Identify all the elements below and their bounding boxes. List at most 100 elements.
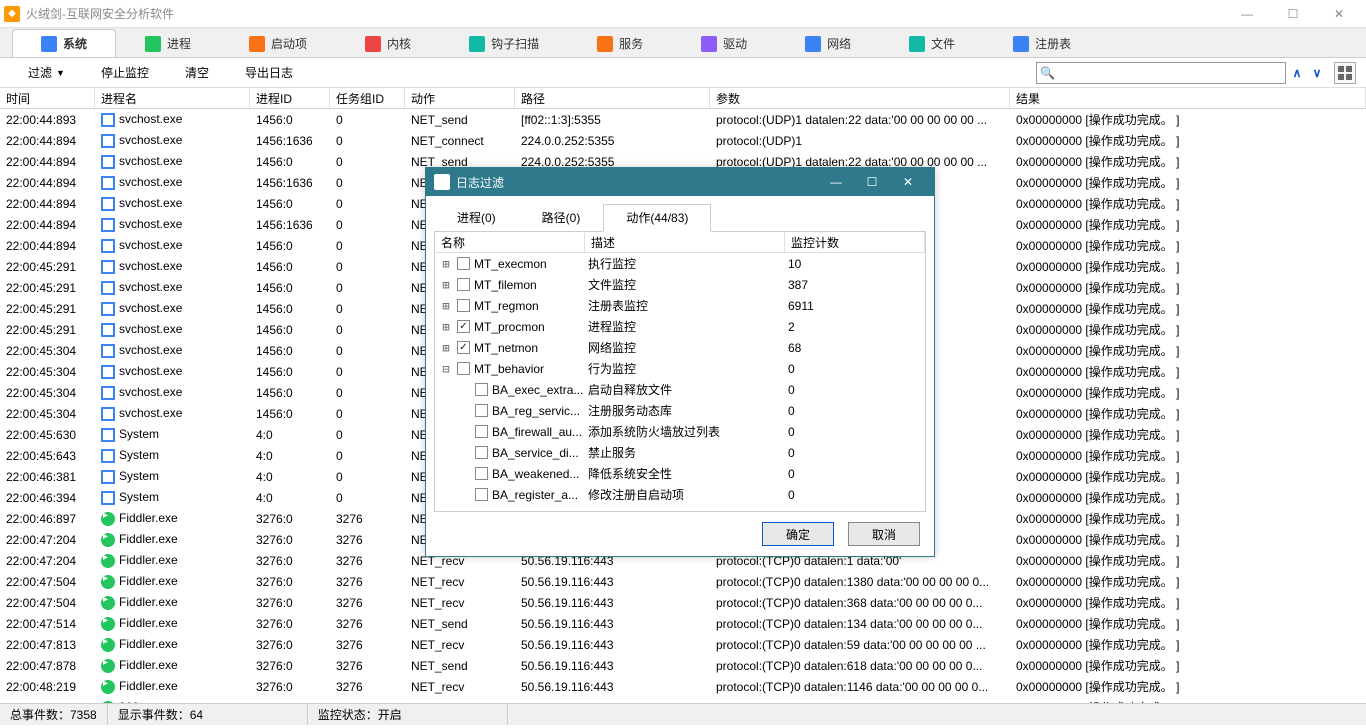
checkbox[interactable]	[475, 383, 488, 396]
dialog-col-desc[interactable]: 描述	[585, 232, 785, 252]
table-row[interactable]: 22:00:47:504Fiddler.exe3276:03276NET_rec…	[0, 571, 1366, 592]
checkbox[interactable]: ✓	[457, 320, 470, 333]
col-path[interactable]: 路径	[515, 88, 710, 108]
main-tab-6[interactable]: 驱动	[672, 29, 776, 57]
col-proc[interactable]: 进程名	[95, 88, 250, 108]
main-tab-2[interactable]: 启动项	[220, 29, 336, 57]
main-tab-0[interactable]: 系统	[12, 29, 116, 57]
filter-item[interactable]: BA_service_di...禁止服务0	[435, 442, 925, 463]
tab-label: 网络	[827, 35, 851, 52]
dialog-titlebar[interactable]: 日志过滤 — ☐ ✕	[426, 168, 934, 196]
search-down-button[interactable]: ∨	[1308, 62, 1326, 84]
dialog-col-name[interactable]: 名称	[435, 232, 585, 252]
checkbox[interactable]	[475, 425, 488, 438]
col-param[interactable]: 参数	[710, 88, 1010, 108]
main-tab-8[interactable]: 文件	[880, 29, 984, 57]
col-tgid[interactable]: 任务组ID	[330, 88, 405, 108]
tree-toggle-icon[interactable]: ⊞	[439, 320, 453, 334]
ok-button[interactable]: 确定	[762, 522, 834, 546]
stop-monitor-button[interactable]: 停止监控	[83, 60, 167, 86]
table-row[interactable]: 22:00:47:813Fiddler.exe3276:03276NET_rec…	[0, 634, 1366, 655]
dialog-minimize-button[interactable]: —	[818, 168, 854, 196]
main-tab-4[interactable]: 钩子扫描	[440, 29, 568, 57]
table-row[interactable]: 22:00:58:251360se.exe2908:02908NET_send1…	[0, 697, 1366, 703]
filter-item[interactable]: ⊞✓MT_netmon网络监控68	[435, 337, 925, 358]
checkbox[interactable]	[457, 299, 470, 312]
dialog-content[interactable]: 名称 描述 监控计数 ⊞MT_execmon执行监控10⊞MT_filemon文…	[434, 232, 926, 512]
dialog-tab-0[interactable]: 进程(0)	[434, 204, 519, 232]
cell-result: 0x00000000 [操作成功完成。 ]	[1010, 636, 1366, 653]
tree-toggle-icon[interactable]: ⊞	[439, 257, 453, 271]
filter-desc: 启动自释放文件	[588, 381, 788, 398]
filter-item[interactable]: ⊞✓MT_procmon进程监控2	[435, 316, 925, 337]
filter-item[interactable]: BA_reg_servic...注册服务动态库0	[435, 400, 925, 421]
filter-item[interactable]: ⊞MT_execmon执行监控10	[435, 253, 925, 274]
dialog-tab-1[interactable]: 路径(0)	[519, 204, 604, 232]
main-tab-9[interactable]: 注册表	[984, 29, 1100, 57]
tab-label: 驱动	[723, 35, 747, 52]
filter-item[interactable]: ⊞MT_regmon注册表监控6911	[435, 295, 925, 316]
table-row[interactable]: 22:00:47:504Fiddler.exe3276:03276NET_rec…	[0, 592, 1366, 613]
dialog-col-count[interactable]: 监控计数	[785, 232, 925, 252]
table-row[interactable]: 22:00:48:219Fiddler.exe3276:03276NET_rec…	[0, 676, 1366, 697]
checkbox[interactable]	[457, 278, 470, 291]
cell-pid: 1456:0	[250, 113, 330, 127]
cell-result: 0x00000000 [操作成功完成。 ]	[1010, 342, 1366, 359]
tree-toggle-icon[interactable]: ⊟	[439, 362, 453, 376]
cancel-button[interactable]: 取消	[848, 522, 920, 546]
process-icon	[101, 113, 115, 127]
table-row[interactable]: 22:00:44:893svchost.exe1456:00NET_send[f…	[0, 109, 1366, 130]
checkbox[interactable]	[475, 488, 488, 501]
toolbar: 过滤▼ 停止监控 清空 导出日志 🔍 ∧ ∨	[0, 58, 1366, 88]
cell-result: 0x00000000 [操作成功完成。 ]	[1010, 573, 1366, 590]
minimize-button[interactable]: —	[1224, 0, 1270, 28]
process-icon	[101, 638, 115, 652]
close-button[interactable]: ✕	[1316, 0, 1362, 28]
col-pid[interactable]: 进程ID	[250, 88, 330, 108]
tree-toggle-icon[interactable]: ⊞	[439, 278, 453, 292]
filter-item[interactable]: BA_register_a...修改注册自启动项0	[435, 484, 925, 505]
tree-toggle-icon[interactable]: ⊞	[439, 341, 453, 355]
tab-label: 启动项	[271, 35, 307, 52]
filter-item[interactable]: BA_firewall_au...添加系统防火墙放过列表0	[435, 421, 925, 442]
cell-time: 22:00:44:894	[0, 218, 95, 232]
checkbox[interactable]: ✓	[457, 341, 470, 354]
col-time[interactable]: 时间	[0, 88, 95, 108]
tab-icon	[909, 36, 925, 52]
table-row[interactable]: 22:00:47:878Fiddler.exe3276:03276NET_sen…	[0, 655, 1366, 676]
dialog-tab-2[interactable]: 动作(44/83)	[603, 204, 711, 232]
main-tab-7[interactable]: 网络	[776, 29, 880, 57]
col-result[interactable]: 结果	[1010, 88, 1366, 108]
cell-time: 22:00:44:894	[0, 176, 95, 190]
process-icon	[101, 617, 115, 631]
tab-label: 文件	[931, 35, 955, 52]
checkbox[interactable]	[475, 467, 488, 480]
col-action[interactable]: 动作	[405, 88, 515, 108]
filter-button[interactable]: 过滤▼	[10, 60, 83, 86]
app-logo-icon: ◆	[4, 6, 20, 22]
dialog-close-button[interactable]: ✕	[890, 168, 926, 196]
filter-item[interactable]: ⊞MT_filemon文件监控387	[435, 274, 925, 295]
main-tab-5[interactable]: 服务	[568, 29, 672, 57]
cell-path: 224.0.0.252:5355	[515, 134, 710, 148]
checkbox[interactable]	[457, 362, 470, 375]
maximize-button[interactable]: ☐	[1270, 0, 1316, 28]
filter-item[interactable]: BA_weakened...降低系统安全性0	[435, 463, 925, 484]
checkbox[interactable]	[475, 404, 488, 417]
filter-item[interactable]: ⊟MT_behavior行为监控0	[435, 358, 925, 379]
clear-button[interactable]: 清空	[167, 60, 227, 86]
grid-view-button[interactable]	[1334, 62, 1356, 84]
table-row[interactable]: 22:00:47:514Fiddler.exe3276:03276NET_sen…	[0, 613, 1366, 634]
table-row[interactable]: 22:00:44:894svchost.exe1456:16360NET_con…	[0, 130, 1366, 151]
tab-icon	[249, 36, 265, 52]
main-tab-1[interactable]: 进程	[116, 29, 220, 57]
search-input[interactable]	[1036, 62, 1286, 84]
dialog-maximize-button[interactable]: ☐	[854, 168, 890, 196]
main-tab-3[interactable]: 内核	[336, 29, 440, 57]
export-log-button[interactable]: 导出日志	[227, 60, 311, 86]
tree-toggle-icon[interactable]: ⊞	[439, 299, 453, 313]
checkbox[interactable]	[457, 257, 470, 270]
filter-item[interactable]: BA_exec_extra...启动自释放文件0	[435, 379, 925, 400]
search-up-button[interactable]: ∧	[1288, 62, 1306, 84]
checkbox[interactable]	[475, 446, 488, 459]
